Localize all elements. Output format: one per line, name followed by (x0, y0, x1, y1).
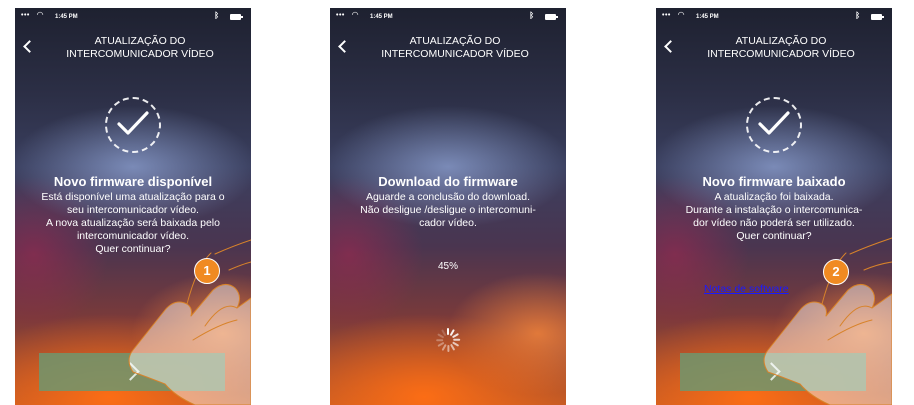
message-title: Download do firmware (378, 174, 518, 189)
status-bar: ••• ◠ 1:45 PM ᛒ (15, 8, 251, 26)
next-button[interactable] (39, 353, 225, 391)
bluetooth-icon: ᛒ (529, 11, 534, 20)
signal-dots: ••• (336, 12, 345, 19)
back-button[interactable] (338, 40, 351, 53)
header: ATUALIZAÇÃO DO INTERCOMUNICADOR VÍDEO (330, 28, 566, 68)
page-title: ATUALIZAÇÃO DO INTERCOMUNICADOR VÍDEO (707, 35, 855, 60)
step-badge: 2 (823, 259, 849, 285)
page-title: ATUALIZAÇÃO DO INTERCOMUNICADOR VÍDEO (381, 35, 529, 60)
chevron-right-icon (762, 362, 781, 381)
next-button[interactable] (680, 353, 866, 391)
step-badge: 1 (194, 258, 220, 284)
status-time: 1:45 PM (55, 14, 78, 20)
software-notes-link[interactable]: Notas de software (704, 283, 789, 295)
back-button[interactable] (664, 40, 677, 53)
message-description: A atualização foi baixada. Durante a ins… (685, 191, 863, 242)
header: ATUALIZAÇÃO DO INTERCOMUNICADOR VÍDEO (15, 28, 251, 68)
checkmark-icon (105, 97, 161, 153)
status-bar: ••• ◠ 1:45 PM ᛒ (656, 8, 892, 26)
checkmark-icon (746, 97, 802, 153)
download-progress: 45% (437, 261, 458, 272)
battery-icon (871, 14, 884, 20)
back-button[interactable] (23, 40, 36, 53)
signal-dots: ••• (21, 12, 30, 19)
wifi-icon: ◠ (678, 10, 685, 19)
page-title: ATUALIZAÇÃO DO INTERCOMUNICADOR VÍDEO (66, 35, 214, 60)
status-time: 1:45 PM (696, 14, 719, 20)
message-title: Novo firmware disponível (53, 174, 213, 189)
message-description: Está disponível uma atualização para o s… (41, 191, 225, 255)
screen-firmware-download: ••• ◠ 1:45 PM ᛒ ATUALIZAÇÃO DO INTERCOMU… (330, 8, 566, 405)
bluetooth-icon: ᛒ (214, 11, 219, 20)
bluetooth-icon: ᛒ (855, 11, 860, 20)
screen-new-firmware-available: ••• ◠ 1:45 PM ᛒ ATUALIZAÇÃO DO INTERCOMU… (15, 8, 251, 405)
status-time: 1:45 PM (370, 14, 393, 20)
status-bar: ••• ◠ 1:45 PM ᛒ (330, 8, 566, 26)
header: ATUALIZAÇÃO DO INTERCOMUNICADOR VÍDEO (656, 28, 892, 68)
signal-dots: ••• (662, 12, 671, 19)
message-description: Aguarde a conclusão do download. Não des… (360, 191, 536, 229)
wifi-icon: ◠ (37, 10, 44, 19)
screen-firmware-downloaded: ••• ◠ 1:45 PM ᛒ ATUALIZAÇÃO DO INTERCOMU… (656, 8, 892, 405)
battery-icon (230, 14, 243, 20)
message-title: Novo firmware baixado (702, 174, 846, 189)
battery-icon (545, 14, 558, 20)
wifi-icon: ◠ (352, 10, 359, 19)
chevron-right-icon (121, 362, 140, 381)
loading-spinner-icon (436, 328, 461, 352)
